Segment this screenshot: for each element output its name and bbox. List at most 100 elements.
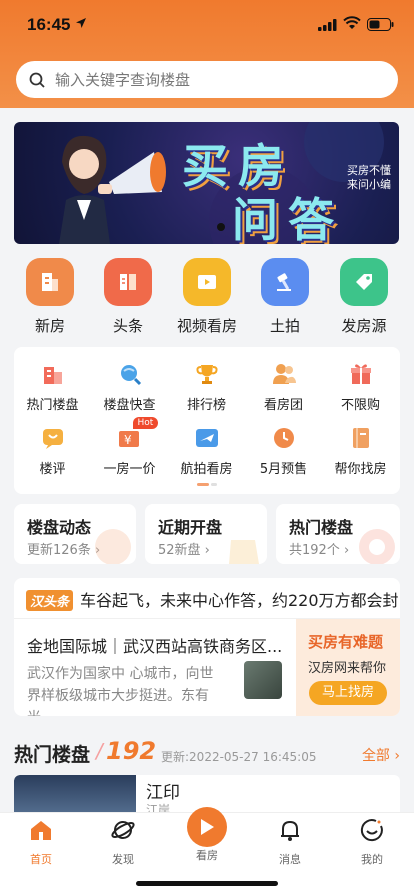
smile-icon xyxy=(360,819,383,842)
find-home-promo: 买房有难题 汉房网来帮你 马上找房 xyxy=(296,619,400,716)
find-home-button[interactable]: 马上找房 xyxy=(309,681,387,705)
grid-label: 一房一价 xyxy=(103,462,156,477)
bell-icon xyxy=(281,820,299,841)
tab-label: 首页 xyxy=(30,853,52,866)
category-new-house[interactable]: 新房 xyxy=(11,258,89,336)
tab-label: 我的 xyxy=(361,853,383,866)
stat-title: 楼盘动态 xyxy=(27,518,92,537)
category-label: 新房 xyxy=(34,317,65,335)
book-icon xyxy=(348,425,374,451)
grid-label: 帮你找房 xyxy=(334,462,387,477)
home-icon xyxy=(31,821,51,840)
grid-item-aerial-tour[interactable]: 航拍看房 xyxy=(168,425,245,477)
play-icon xyxy=(187,807,227,847)
category-land-auction[interactable]: 土拍 xyxy=(246,258,324,336)
listing-name: 江印 xyxy=(146,783,180,803)
news-body: 武汉作为国家中 心城市，向世界样板级城市大步挺进。东有光... xyxy=(27,666,214,716)
gift-icon xyxy=(348,361,374,387)
view-all-link[interactable]: 全部 › xyxy=(362,745,400,765)
grid-label: 5月预售 xyxy=(259,462,308,477)
grid-item-unit-price[interactable]: ¥ Hot 一房一价 xyxy=(91,417,168,477)
tab-home[interactable]: 首页 xyxy=(11,817,71,867)
tab-messages[interactable]: 消息 xyxy=(260,817,320,867)
grid-item-no-purchase-limit[interactable]: 不限购 xyxy=(322,361,399,413)
stat-card-hot[interactable]: 热门楼盘 共192个 › xyxy=(276,504,400,564)
banner-side-text: 买房不懂来问小编 xyxy=(347,164,391,191)
search-icon xyxy=(29,72,45,88)
category-label: 发房源 xyxy=(341,317,387,335)
tab-discover[interactable]: 发现 xyxy=(93,817,153,867)
grid-item-reviews[interactable]: 楼评 xyxy=(14,425,91,477)
search-input[interactable]: 输入关键字查询楼盘 xyxy=(16,61,398,98)
promo-sub: 汉房网来帮你 xyxy=(308,661,387,676)
search-globe-icon xyxy=(117,361,143,387)
category-post-listing[interactable]: 发房源 xyxy=(325,258,403,336)
stat-card-updates[interactable]: 楼盘动态 更新126条 › xyxy=(14,504,136,564)
gavel-icon xyxy=(261,258,309,306)
tag-icon xyxy=(340,258,388,306)
video-icon xyxy=(183,258,231,306)
hot-badge: Hot xyxy=(132,417,159,429)
grid-label: 楼盘快查 xyxy=(103,398,156,413)
grid-item-hot-buildings[interactable]: 热门楼盘 xyxy=(14,361,91,413)
grid-item-may-presale[interactable]: 5月预售 xyxy=(245,425,322,477)
tab-profile[interactable]: 我的 xyxy=(342,817,402,867)
category-label: 视频看房 xyxy=(176,317,237,335)
grid-label: 热门楼盘 xyxy=(26,398,79,413)
price-icon: ¥ Hot xyxy=(117,417,159,451)
category-row: 新房 头条 视频看房 土拍 发房源 xyxy=(0,258,414,338)
clock-icon xyxy=(271,425,297,451)
battery-icon xyxy=(367,18,394,31)
banner-title-line2: 问答 xyxy=(232,193,344,244)
stat-card-openings[interactable]: 近期开盘 52新盘 › xyxy=(145,504,267,564)
group-icon xyxy=(271,361,297,387)
news-title[interactable]: 金地国际城｜武汉西站高铁商务区... xyxy=(27,633,282,657)
grid-item-tour-group[interactable]: 看房团 xyxy=(245,361,322,413)
header: 16:45 输入关键字查询楼盘 xyxy=(0,0,414,108)
flower-icon xyxy=(95,529,131,564)
tab-label: 发现 xyxy=(112,853,134,866)
category-video-tour[interactable]: 视频看房 xyxy=(168,258,246,336)
section-title: 热门楼盘 xyxy=(14,744,91,766)
trophy-icon xyxy=(194,361,220,387)
listing-image xyxy=(14,775,136,815)
hot-building-icon xyxy=(40,361,66,387)
stat-title: 热门楼盘 xyxy=(289,518,354,537)
promo-banner[interactable]: 买房 问答 买房不懂来问小编 xyxy=(14,122,399,244)
grid-label: 楼评 xyxy=(39,462,66,477)
signal-icon xyxy=(318,19,337,31)
section-slash: / xyxy=(96,739,103,763)
category-label: 土拍 xyxy=(269,317,300,335)
grid-page-indicator xyxy=(197,483,217,486)
grid-item-quick-search[interactable]: 楼盘快查 xyxy=(91,361,168,413)
tab-label: 消息 xyxy=(279,853,301,866)
grid-item-ranking[interactable]: 排行榜 xyxy=(168,361,245,413)
stat-sub: 52新盘 › xyxy=(158,543,210,558)
news-headline[interactable]: 车谷起飞，未来中心作答，约220万方都会封 xyxy=(80,587,399,611)
stat-title: 近期开盘 xyxy=(158,518,223,537)
home-indicator xyxy=(136,881,278,886)
section-count: 192 xyxy=(106,737,157,765)
section-updated: 更新:2022-05-27 16:45:05 xyxy=(161,750,317,764)
hand-icon xyxy=(229,540,259,564)
tab-tour[interactable]: 看房 xyxy=(177,807,237,863)
comment-icon xyxy=(40,425,66,451)
news-card[interactable]: 汉头条 车谷起飞，未来中心作答，约220万方都会封 金地国际城｜武汉西站高铁商务… xyxy=(14,578,400,716)
grid-item-find-home[interactable]: 帮你找房 xyxy=(322,425,399,477)
category-headlines[interactable]: 头条 xyxy=(89,258,167,336)
banner-indicator xyxy=(217,223,225,231)
tab-label: 看房 xyxy=(196,849,218,862)
promo-title: 买房有难题 xyxy=(308,633,384,651)
news-thumbnail xyxy=(244,661,282,699)
grid-label: 排行榜 xyxy=(186,398,226,413)
search-placeholder: 输入关键字查询楼盘 xyxy=(55,71,191,89)
stat-sub: 共192个 › xyxy=(289,543,350,558)
status-time: 16:45 xyxy=(27,15,71,34)
location-arrow-icon xyxy=(76,18,86,28)
news-icon xyxy=(104,258,152,306)
status-bar: 16:45 xyxy=(0,0,414,50)
news-tag: 汉头条 xyxy=(26,590,74,611)
grid-label: 不限购 xyxy=(340,398,380,413)
svg-text:¥: ¥ xyxy=(124,433,132,447)
wifi-icon xyxy=(343,16,361,29)
